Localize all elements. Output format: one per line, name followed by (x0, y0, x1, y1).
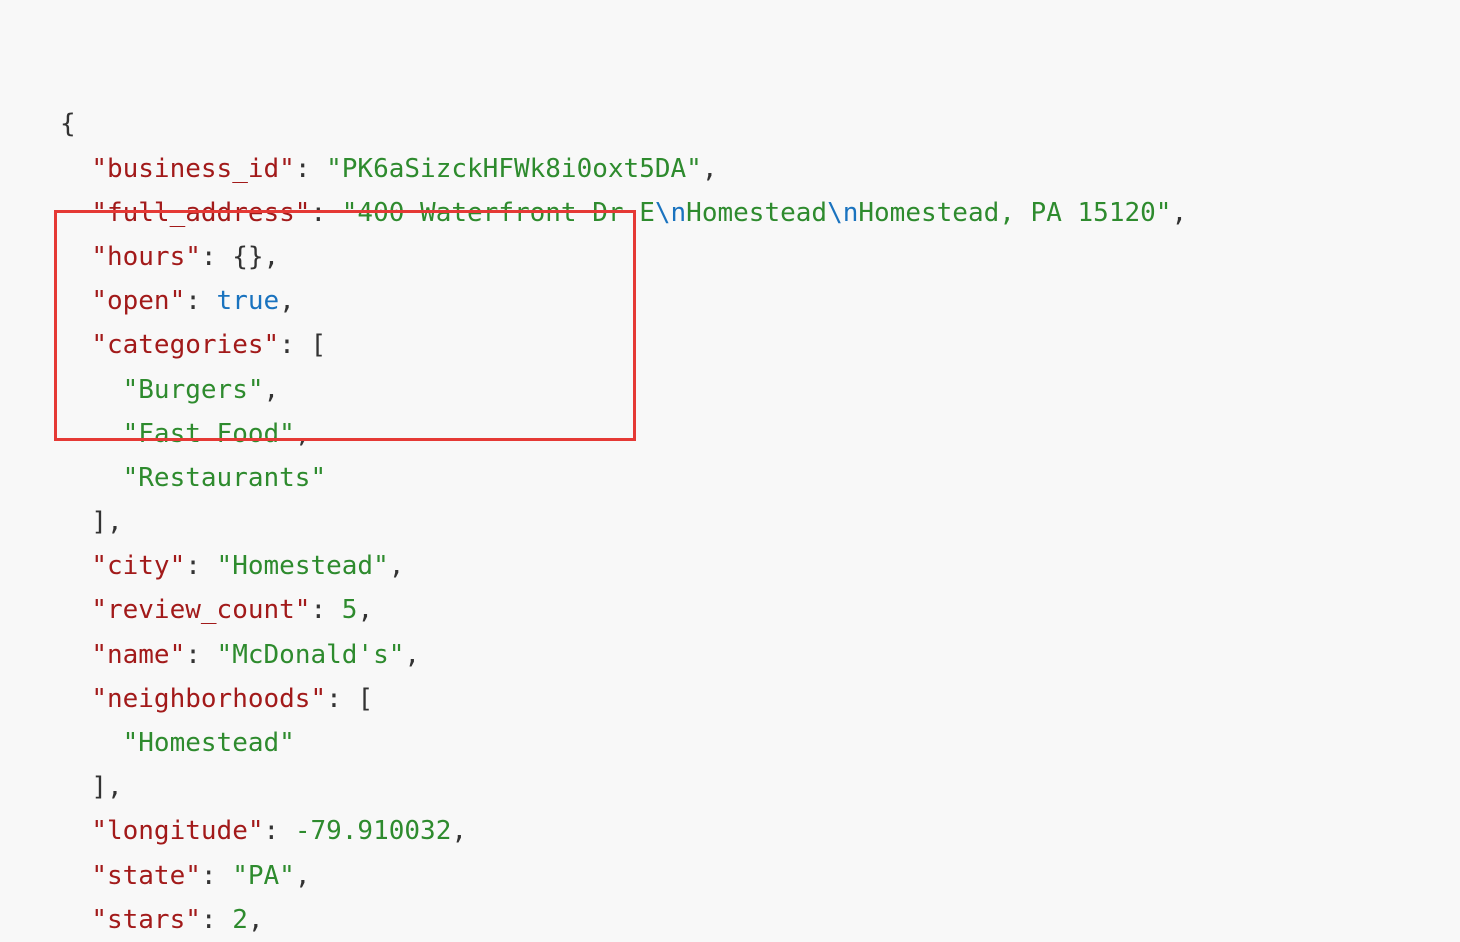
val-business-id: "PK6aSizckHFWk8i0oxt5DA" (326, 154, 702, 184)
array-close: ], (91, 507, 122, 537)
key-review-count: "review_count" (91, 595, 310, 625)
val-category-0: "Burgers" (123, 375, 264, 405)
key-name: "name" (91, 640, 185, 670)
val-category-1: "Fast Food" (123, 419, 295, 449)
val-open: true (217, 286, 280, 316)
key-categories: "categories" (91, 330, 279, 360)
key-state: "state" (91, 861, 201, 891)
val-longitude: -79.910032 (295, 816, 452, 846)
key-full-address: "full_address" (91, 198, 310, 228)
escape-n: \n (655, 198, 686, 228)
val-state: "PA" (232, 861, 295, 891)
brace-open: { (60, 109, 76, 139)
key-neighborhoods: "neighborhoods" (91, 684, 326, 714)
array-close: ], (91, 772, 122, 802)
key-hours: "hours" (91, 242, 201, 272)
key-business-id: "business_id" (91, 154, 295, 184)
key-stars: "stars" (91, 905, 201, 935)
key-city: "city" (91, 551, 185, 581)
val-category-2: "Restaurants" (123, 463, 327, 493)
val-stars: 2 (232, 905, 248, 935)
val-hours: {} (232, 242, 263, 272)
val-review-count: 5 (342, 595, 358, 625)
val-name: "McDonald's" (217, 640, 405, 670)
escape-n: \n (827, 198, 858, 228)
key-open: "open" (91, 286, 185, 316)
val-neighborhood-0: "Homestead" (123, 728, 295, 758)
val-full-address: "400 Waterfront Dr E\nHomestead\nHomeste… (342, 198, 1172, 228)
key-longitude: "longitude" (91, 816, 263, 846)
val-city: "Homestead" (217, 551, 389, 581)
json-code-block: { "business_id": "PK6aSizckHFWk8i0oxt5DA… (0, 0, 1460, 942)
